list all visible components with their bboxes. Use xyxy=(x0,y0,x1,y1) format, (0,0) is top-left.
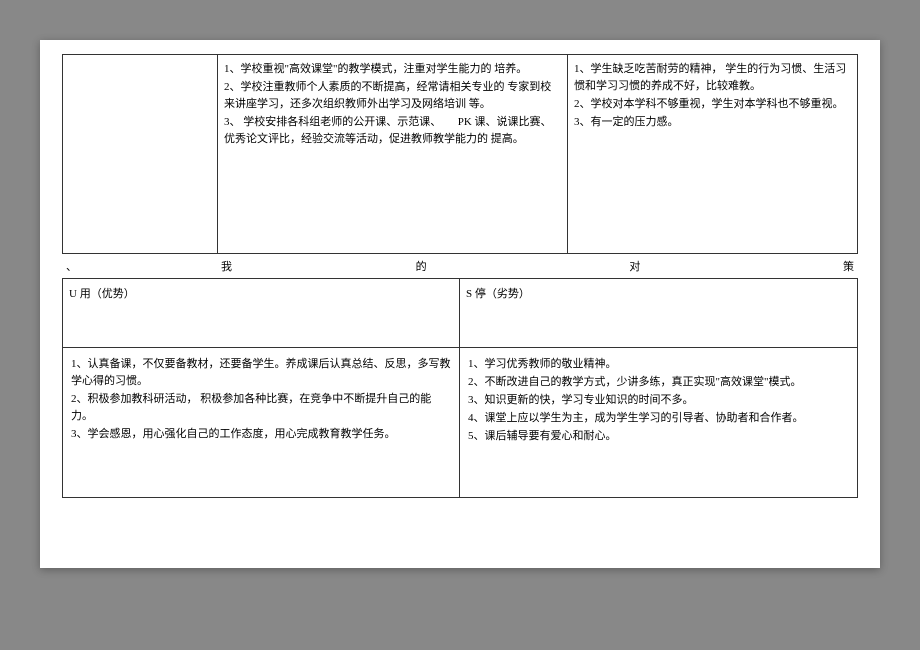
upper-col2: 1、学校重视"高效课堂"的教学模式，注重对学生能力的 培养。 2、学校注重教师个… xyxy=(218,55,568,253)
header-left-label: U 用（优势） xyxy=(69,288,135,300)
header-right-label: S 停（劣势） xyxy=(466,288,530,300)
header-left-cell: U 用（优势） xyxy=(63,279,460,347)
upper-col3-item: 3、有一定的压力感。 xyxy=(574,114,847,131)
document-page: 1、学校重视"高效课堂"的教学模式，注重对学生能力的 培养。 2、学校注重教师个… xyxy=(40,40,880,568)
content-left-item: 1、认真备课，不仅要备教材，还要备学生。养成课后认真总结、反思，多写教学心得的习… xyxy=(71,356,451,390)
content-right-item: 2、不断改进自己的教学方式，少讲多练，真正实现"高效课堂"模式。 xyxy=(468,374,849,391)
upper-col3-item: 1、学生缺乏吃苦耐劳的精神， 学生的行为习惯、生活习惯和学习习惯的养成不好，比较… xyxy=(574,61,847,95)
upper-col2-item: 3、 学校安排各科组老师的公开课、示范课、 PK 课、说课比赛、优秀论文评比，经… xyxy=(224,114,561,148)
title-seg-b: 我 xyxy=(221,258,232,274)
title-seg-a: 、 xyxy=(62,258,217,274)
content-right-cell: 1、学习优秀教师的敬业精神。 2、不断改进自己的教学方式，少讲多练，真正实现"高… xyxy=(460,348,857,497)
content-left-item: 2、积极参加教科研活动， 积极参加各种比赛，在竞争中不断提升自己的能力。 xyxy=(71,391,451,425)
content-left-cell: 1、认真备课，不仅要备教材，还要备学生。养成课后认真总结、反思，多写教学心得的习… xyxy=(63,348,460,497)
content-right-item: 4、课堂上应以学生为主，成为学生学习的引导者、协助者和合作者。 xyxy=(468,410,849,427)
upper-table: 1、学校重视"高效课堂"的教学模式，注重对学生能力的 培养。 2、学校注重教师个… xyxy=(62,54,858,254)
title-seg-d: 对 xyxy=(629,258,640,274)
header-row: U 用（优势） S 停（劣势） xyxy=(62,278,858,348)
upper-col2-item: 2、学校注重教师个人素质的不断提高，经常请相关专业的 专家到校来讲座学习，还多次… xyxy=(224,79,561,113)
content-right-item: 1、学习优秀教师的敬业精神。 xyxy=(468,356,849,373)
title-seg-c: 的 xyxy=(416,258,427,274)
upper-col3: 1、学生缺乏吃苦耐劳的精神， 学生的行为习惯、生活习惯和学习习惯的养成不好，比较… xyxy=(568,55,853,253)
content-right-item: 5、课后辅导要有爱心和耐心。 xyxy=(468,428,849,445)
upper-col1 xyxy=(63,55,218,253)
upper-col2-item: 1、学校重视"高效课堂"的教学模式，注重对学生能力的 培养。 xyxy=(224,61,561,78)
content-row: 1、认真备课，不仅要备教材，还要备学生。养成课后认真总结、反思，多写教学心得的习… xyxy=(62,348,858,498)
section-title-row: 、 我 的 对 策 xyxy=(62,254,858,278)
title-seg-e: 策 xyxy=(843,258,854,274)
upper-col3-item: 2、学校对本学科不够重视，学生对本学科也不够重视。 xyxy=(574,96,847,113)
header-right-cell: S 停（劣势） xyxy=(460,279,857,347)
content-left-item: 3、学会感恩，用心强化自己的工作态度，用心完成教育教学任务。 xyxy=(71,426,451,443)
content-right-item: 3、知识更新的快，学习专业知识的时间不多。 xyxy=(468,392,849,409)
